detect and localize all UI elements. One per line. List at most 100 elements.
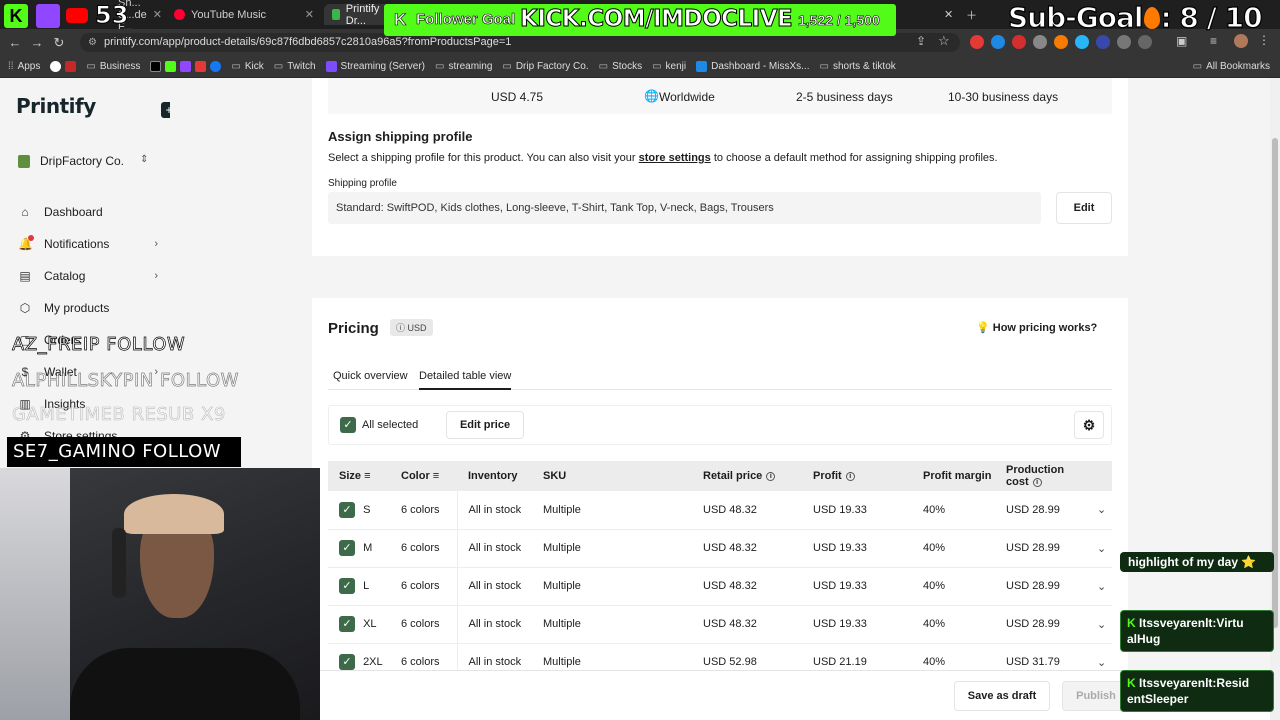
extension-icon[interactable]: [970, 35, 984, 49]
back-icon[interactable]: ←: [4, 35, 26, 50]
chevron-down-icon[interactable]: ⌄: [1086, 529, 1112, 568]
sidebar-item-catalog[interactable]: ▤ Catalog ›: [18, 269, 158, 283]
browser-tab-youtube-music[interactable]: YouTube Music ✕: [166, 4, 322, 25]
sidebar-item-label: Catalog: [44, 269, 86, 283]
bookmark-shorts-tiktok[interactable]: ▭ shorts & tiktok: [820, 61, 896, 72]
how-pricing-works-link[interactable]: 💡 How pricing works?: [976, 321, 1097, 334]
bulk-actions-bar: ✓ All selected Edit price ⚙: [328, 405, 1112, 445]
bookmark-kick[interactable]: ▭ Kick: [231, 61, 263, 72]
extension-icon[interactable]: [991, 35, 1005, 49]
cell-retail: USD 48.32: [692, 605, 802, 644]
extension-icon[interactable]: [1075, 35, 1089, 49]
more-menu-icon[interactable]: ⋮: [1258, 33, 1270, 47]
globe-icon: 🌐: [644, 89, 659, 103]
column-header-size[interactable]: Size ≡: [328, 461, 390, 491]
cell-size: ✓ L: [328, 567, 390, 606]
edit-price-button[interactable]: Edit price: [446, 411, 524, 439]
share-icon[interactable]: ⇪: [916, 34, 926, 48]
forward-icon[interactable]: →: [26, 35, 48, 50]
extension-icon[interactable]: [1012, 35, 1026, 49]
streamer-cap: [124, 494, 224, 534]
table-row: ✓ XL 6 colors All in stock Multiple USD 48.3…: [328, 605, 1112, 644]
filter-icon[interactable]: ≡: [364, 470, 370, 482]
bookmark-all-bookmarks[interactable]: ▭ All Bookmarks: [1193, 61, 1270, 72]
bookmark-dashboard[interactable]: Dashboard - MissXs...: [696, 61, 810, 72]
column-header-color[interactable]: Color ≡: [390, 461, 457, 491]
table-settings-gear-icon[interactable]: ⚙: [1074, 411, 1104, 439]
sidepanel-icon[interactable]: ▣: [1176, 34, 1187, 48]
row-checkbox[interactable]: ✓: [339, 501, 355, 518]
puzzle-icon[interactable]: [1138, 35, 1152, 49]
info-icon[interactable]: i: [766, 471, 776, 481]
cell-profit: USD 19.33: [802, 491, 912, 530]
ring-light: [0, 468, 70, 720]
extension-icon[interactable]: [1096, 35, 1110, 49]
edit-shipping-button[interactable]: Edit: [1056, 192, 1112, 224]
cell-margin: 40%: [912, 605, 995, 644]
streamer-shirt: [70, 648, 300, 720]
cell-inventory: All in stock: [457, 605, 532, 644]
chevron-down-icon[interactable]: ⌄: [1086, 605, 1112, 644]
site-info-icon[interactable]: ⚙: [88, 33, 97, 52]
tag-icon: ⬡: [19, 301, 31, 315]
sidebar-item-notifications[interactable]: 🔔 Notifications ›: [18, 235, 158, 251]
close-icon[interactable]: ✕: [153, 8, 162, 21]
info-icon[interactable]: i: [845, 471, 855, 481]
store-switcher[interactable]: DripFactory Co. ⇕: [18, 154, 148, 168]
apps-grid-icon: ⁞⁞: [8, 61, 14, 72]
avatar[interactable]: [1234, 34, 1248, 48]
extension-icon[interactable]: [1117, 35, 1131, 49]
sidebar-item-my-products[interactable]: ⬡ My products: [18, 301, 158, 315]
tab-label: YouTube Music: [191, 8, 267, 21]
chevron-down-icon[interactable]: ⌄: [1086, 491, 1112, 530]
row-checkbox[interactable]: ✓: [339, 654, 355, 670]
follower-goal-label: Follower Goal: [416, 11, 516, 29]
bookmark-shortcut-icons[interactable]: [150, 61, 222, 72]
sidebar-item-dashboard[interactable]: ⌂ Dashboard: [18, 205, 158, 219]
close-icon[interactable]: ✕: [305, 8, 314, 21]
printify-favicon-icon: [332, 9, 340, 20]
row-checkbox[interactable]: ✓: [339, 616, 355, 632]
site-icon: [696, 61, 708, 72]
media-icon[interactable]: ≡: [1210, 34, 1217, 48]
sidebar-item-label: Notifications: [44, 237, 110, 251]
shipping-profile-label: Shipping profile: [328, 178, 397, 189]
select-all-checkbox[interactable]: ✓: [340, 417, 356, 433]
chat-message: highlight of my day ⭐: [1120, 552, 1274, 572]
bookmark-kenji[interactable]: ▭ kenji: [652, 61, 686, 72]
folder-icon: ▭: [819, 61, 829, 72]
save-as-draft-button[interactable]: Save as draft: [954, 681, 1050, 711]
filter-icon[interactable]: ≡: [433, 470, 439, 482]
store-settings-link[interactable]: store settings: [639, 152, 711, 164]
bookmark-business[interactable]: ▭ Business: [86, 61, 140, 72]
row-checkbox[interactable]: ✓: [339, 540, 355, 556]
bookmark-star-icon[interactable]: ☆: [938, 33, 950, 49]
info-icon[interactable]: i: [1032, 477, 1042, 487]
assign-shipping-title: Assign shipping profile: [328, 129, 473, 144]
headset: [112, 528, 126, 598]
shipping-price: USD 4.75: [491, 90, 544, 104]
shipping-profile-field[interactable]: Standard: SwiftPOD, Kids clothes, Long-s…: [328, 192, 1041, 224]
bookmark-stocks[interactable]: ▭ Stocks: [599, 61, 642, 72]
bookmark-apps[interactable]: ⁞⁞ Apps: [8, 61, 40, 72]
bookmark-drip-factory[interactable]: ▭ Drip Factory Co.: [502, 61, 588, 72]
youtube-logo-icon: [66, 8, 88, 23]
chevron-down-icon[interactable]: ⌄: [1086, 567, 1112, 606]
row-checkbox[interactable]: ✓: [339, 578, 355, 594]
twitch-logo-icon: [36, 4, 60, 28]
cell-margin: 40%: [912, 567, 995, 606]
close-icon[interactable]: ✕: [936, 4, 956, 25]
bookmark-twitch[interactable]: ▭ Twitch: [274, 61, 316, 72]
printify-logo[interactable]: Printify: [16, 94, 96, 118]
bookmark-shortcuts[interactable]: [50, 61, 77, 72]
tab-quick-overview[interactable]: Quick overview: [333, 370, 408, 382]
new-tab-icon[interactable]: ＋: [958, 4, 978, 25]
tab-detailed-table-view[interactable]: Detailed table view: [419, 370, 512, 390]
alert-item: AZ_FREIP FOLLOW: [12, 334, 186, 356]
cell-retail: USD 48.32: [692, 567, 802, 606]
extension-icon[interactable]: [1054, 35, 1068, 49]
bookmark-streaming-server[interactable]: Streaming (Server): [325, 61, 425, 72]
bookmark-streaming[interactable]: ▭ streaming: [435, 61, 492, 72]
extension-icon[interactable]: [1033, 35, 1047, 49]
reload-icon[interactable]: ↻: [48, 35, 70, 51]
